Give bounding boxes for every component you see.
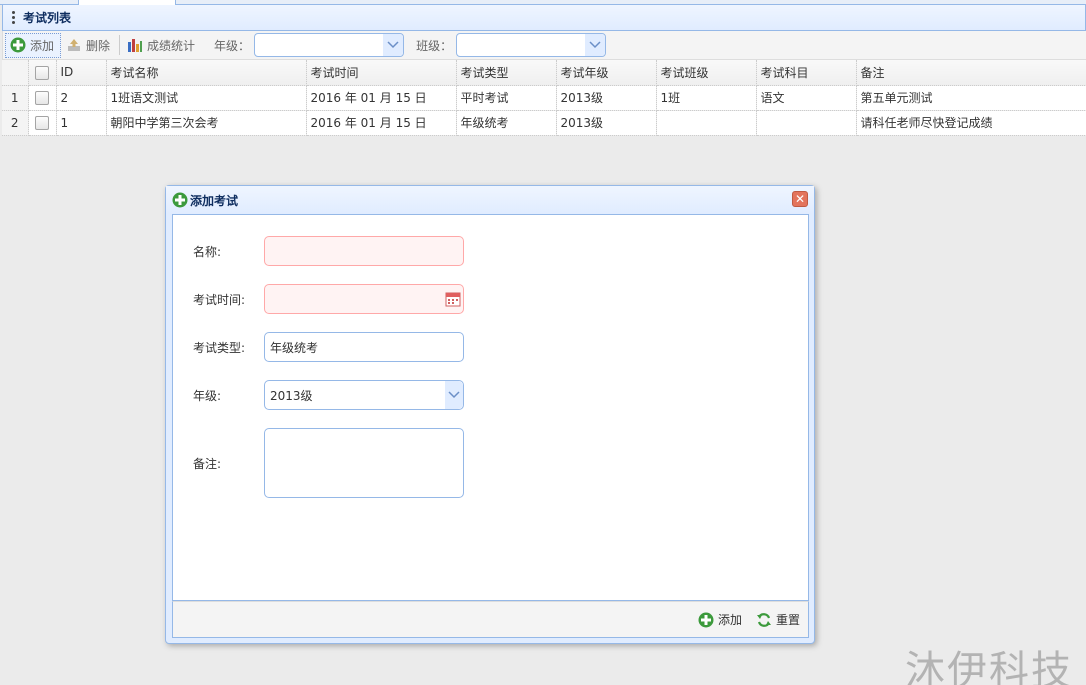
class-filter-label: 班级：	[416, 38, 453, 53]
cell-time: 2016 年 01 月 15 日	[306, 85, 457, 111]
name-field[interactable]	[264, 236, 464, 266]
delete-button[interactable]: 删除	[61, 33, 117, 58]
dialog-add-label: 添加	[717, 613, 742, 627]
cell-class: 1班	[656, 85, 757, 111]
column-header[interactable]: ID	[56, 60, 107, 86]
delete-button-label: 删除	[86, 38, 111, 53]
refresh-icon	[756, 612, 771, 627]
cell-name: 朝阳中学第三次会考	[106, 110, 307, 136]
dialog-header: 添加考试	[166, 186, 814, 214]
dialog-add-button[interactable]: 添加	[698, 611, 742, 628]
dialog-footer: 添加 重置	[172, 601, 809, 638]
dialog-reset-label: 重置	[775, 613, 800, 627]
add-exam-dialog: 添加考试 ✕ 名称: 考试时间: 考试类型: 年级统考 年级: 2013级 备注…	[165, 185, 815, 644]
cell-time: 2016 年 01 月 15 日	[306, 110, 457, 136]
bar-chart-icon	[128, 39, 143, 52]
stats-button-label: 成绩统计	[147, 38, 196, 53]
cell-id: 2	[56, 85, 107, 111]
add-button[interactable]: 添加	[5, 32, 62, 58]
cell-class	[656, 110, 757, 136]
cell-name: 1班语文测试	[106, 85, 307, 111]
cell-type: 年级统考	[456, 110, 557, 136]
column-header[interactable]: 考试科目	[756, 60, 857, 86]
panel-title: 考试列表	[23, 11, 72, 25]
column-header[interactable]: 考试时间	[306, 60, 457, 86]
chevron-down-icon[interactable]	[585, 34, 606, 56]
grade-filter-label: 年级：	[214, 38, 251, 53]
type-field[interactable]: 年级统考	[264, 332, 464, 362]
add-icon	[10, 37, 26, 53]
select-all-checkbox[interactable]	[28, 60, 57, 86]
remark-row: 备注:	[193, 428, 464, 498]
grade-filter-select[interactable]	[254, 33, 405, 57]
row-number: 2	[2, 110, 29, 136]
panel-header: 考试列表	[2, 5, 1086, 31]
calendar-icon[interactable]	[445, 291, 461, 307]
chevron-down-icon[interactable]	[445, 381, 463, 409]
grade-label: 年级:	[193, 388, 222, 403]
column-header[interactable]: 考试年级	[556, 60, 657, 86]
toolbar-separator	[119, 35, 121, 55]
cell-subject: 语文	[756, 85, 857, 111]
type-label: 考试类型:	[193, 340, 246, 355]
time-label: 考试时间:	[193, 292, 246, 307]
cell-remark: 请科任老师尽快登记成绩	[856, 110, 1086, 136]
row-number-header	[2, 60, 29, 86]
column-header[interactable]: 考试类型	[456, 60, 557, 86]
cell-type: 平时考试	[456, 85, 557, 111]
cell-grade: 2013级	[556, 85, 657, 111]
grade-select[interactable]: 2013级	[264, 380, 464, 410]
grid-header-row: ID 考试名称 考试时间 考试类型 考试年级 考试班级 考试科目 备注	[2, 60, 1086, 86]
chevron-down-icon[interactable]	[383, 34, 404, 56]
table-row[interactable]: 1 2 1班语文测试 2016 年 01 月 15 日 平时考试 2013级 1…	[2, 85, 1086, 111]
watermark: 沐伊科技	[905, 648, 1073, 685]
time-field[interactable]	[264, 284, 464, 314]
delete-icon	[68, 39, 81, 51]
row-checkbox[interactable]	[28, 110, 57, 136]
dialog-body: 名称: 考试时间: 考试类型: 年级统考 年级: 2013级 备注:	[172, 214, 809, 601]
remark-label: 备注:	[193, 456, 222, 471]
grade-row: 年级: 2013级	[193, 380, 464, 410]
row-number: 1	[2, 85, 29, 111]
column-header[interactable]: 备注	[856, 60, 1086, 86]
close-icon[interactable]: ✕	[792, 191, 808, 207]
row-checkbox[interactable]	[28, 85, 57, 111]
time-row: 考试时间:	[193, 284, 464, 314]
remark-field[interactable]	[264, 428, 464, 498]
column-header[interactable]: 考试班级	[656, 60, 757, 86]
type-row: 考试类型: 年级统考	[193, 332, 464, 362]
add-icon	[698, 612, 714, 627]
cell-subject	[756, 110, 857, 136]
cell-id: 1	[56, 110, 107, 136]
table-row[interactable]: 2 1 朝阳中学第三次会考 2016 年 01 月 15 日 年级统考 2013…	[2, 110, 1086, 136]
cell-grade: 2013级	[556, 110, 657, 136]
class-filter-select[interactable]	[456, 33, 607, 57]
add-icon	[172, 192, 188, 208]
cell-remark: 第五单元测试	[856, 85, 1086, 111]
name-label: 名称:	[193, 244, 222, 259]
dialog-reset-button[interactable]: 重置	[756, 611, 800, 628]
name-row: 名称:	[193, 236, 464, 266]
dialog-title: 添加考试	[190, 193, 239, 208]
column-header[interactable]: 考试名称	[106, 60, 307, 86]
stats-button[interactable]: 成绩统计	[122, 33, 202, 58]
grade-select-value: 2013级	[270, 388, 313, 403]
toolbar: 添加 删除 成绩统计 年级： 班级：	[2, 31, 1086, 60]
more-icon[interactable]	[3, 11, 23, 24]
exam-grid: ID 考试名称 考试时间 考试类型 考试年级 考试班级 考试科目 备注 1 2 …	[2, 60, 1086, 136]
add-button-label: 添加	[30, 38, 55, 53]
